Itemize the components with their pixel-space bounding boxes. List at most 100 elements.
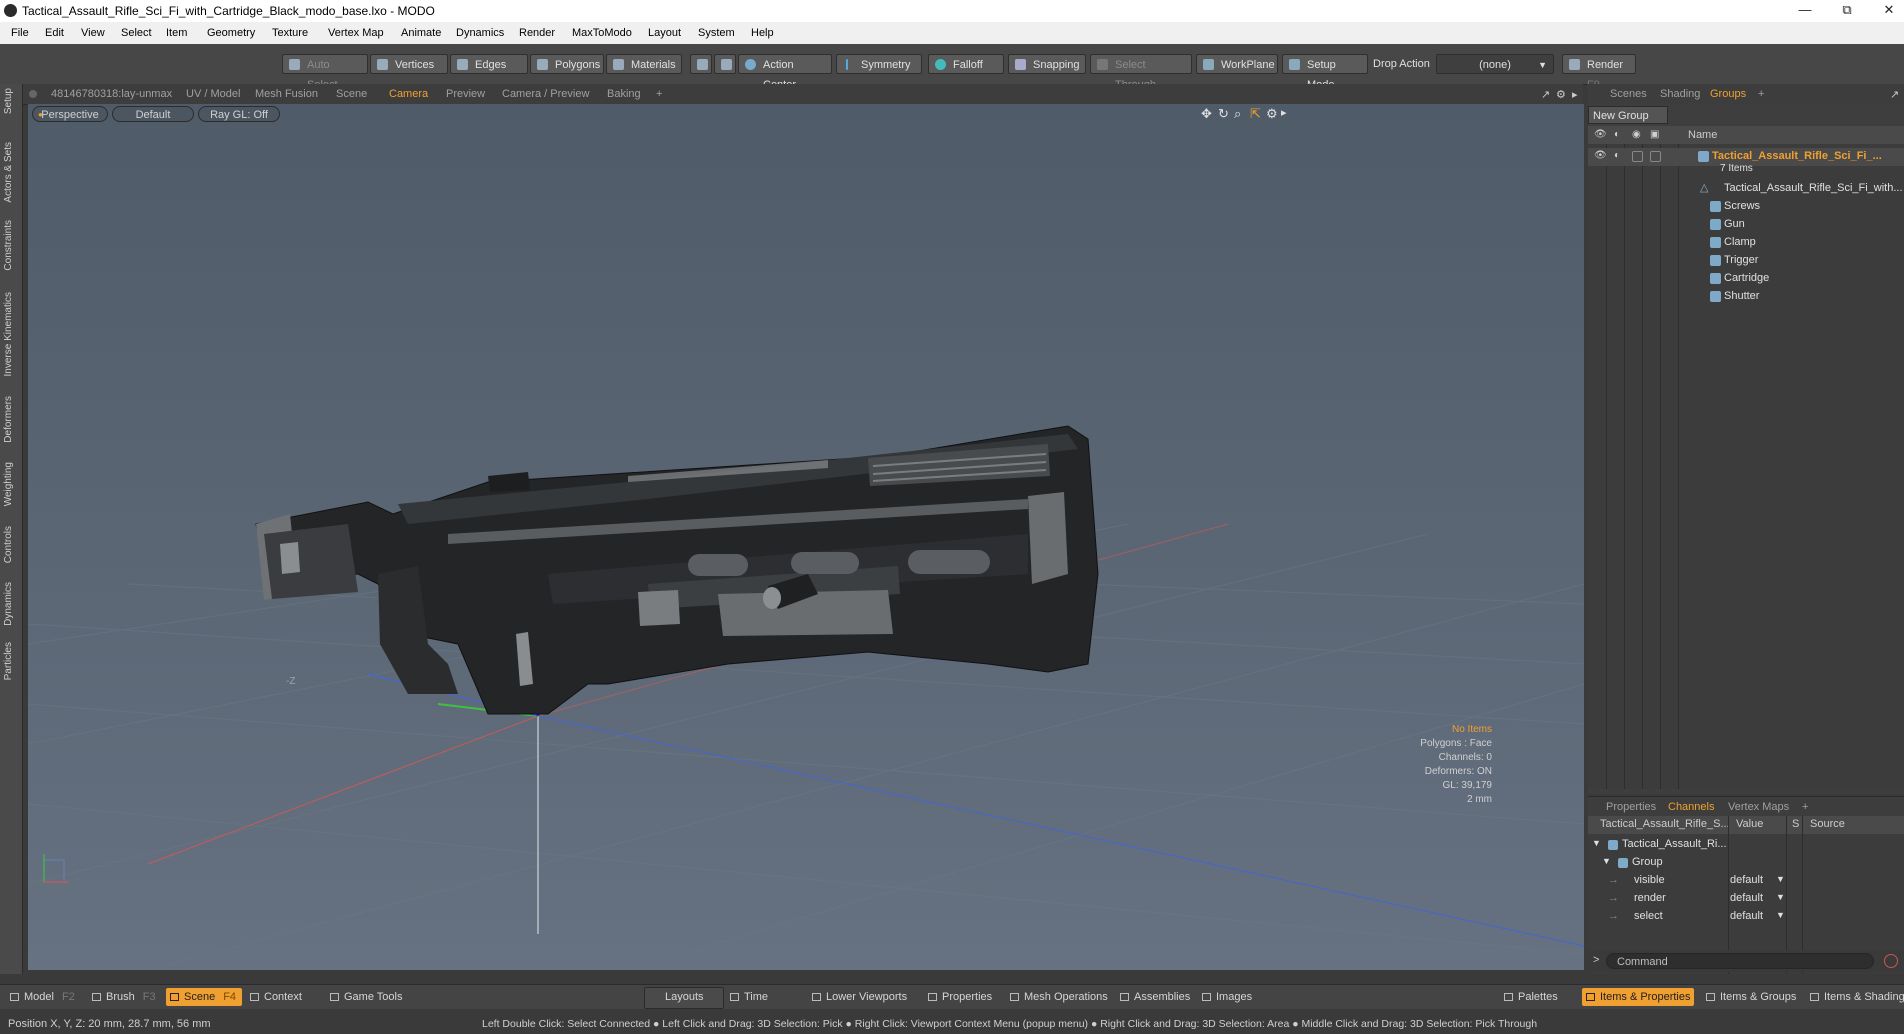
list-item[interactable]: Clamp	[1588, 234, 1904, 252]
brush-button[interactable]: Brush F3	[88, 988, 164, 1006]
tab-vertex-maps[interactable]: Vertex Maps	[1728, 801, 1789, 813]
lock-toggle-icon[interactable]	[1632, 151, 1643, 162]
palettes-button[interactable]: Palettes	[1500, 988, 1578, 1006]
close-button[interactable]: ✕	[1874, 2, 1904, 18]
add-tab-button[interactable]: +	[656, 88, 662, 100]
zoom-icon[interactable]: ⌕	[1234, 106, 1241, 122]
channel-row-select[interactable]: → select default ▼	[1588, 908, 1904, 926]
maximize-icon[interactable]: ↗	[1541, 88, 1550, 101]
game-tools-button[interactable]: Game Tools	[326, 988, 412, 1006]
layouts-button[interactable]: Layouts	[644, 987, 724, 1009]
menu-geometry[interactable]: Geometry	[207, 27, 255, 39]
shading-default-button[interactable]: Default	[112, 106, 194, 122]
setup-mode-button[interactable]: Setup Mode	[1282, 54, 1368, 91]
pan-icon[interactable]: ✥	[1201, 106, 1212, 122]
arrow-right-icon[interactable]: ▸	[1572, 88, 1578, 101]
restore-button[interactable]: ⧉	[1832, 2, 1862, 18]
snapping-button[interactable]: Snapping	[1008, 54, 1086, 74]
rotate-icon[interactable]: ↻	[1218, 106, 1229, 122]
assemblies-button[interactable]: Assemblies	[1116, 988, 1200, 1006]
tab-actors-sets[interactable]: Actors & Sets	[3, 142, 14, 203]
menu-texture[interactable]: Texture	[272, 27, 308, 39]
menu-view[interactable]: View	[81, 27, 105, 39]
menu-maxtomodo[interactable]: MaxToModo	[572, 27, 632, 39]
tab-uv-model[interactable]: UV / Model	[186, 88, 240, 100]
add-channel-tab-button[interactable]: +	[1802, 801, 1808, 813]
drop-action-select[interactable]: (none) ▼	[1436, 54, 1554, 74]
tab-constraints[interactable]: Constraints	[3, 220, 14, 271]
fit-icon[interactable]: ⇱	[1250, 106, 1261, 122]
tab-channels[interactable]: Channels	[1668, 801, 1714, 813]
chevron-down-icon[interactable]: ▼	[1776, 874, 1785, 884]
list-item[interactable]: Screws	[1588, 198, 1904, 216]
scene-button[interactable]: Scene F4	[166, 988, 242, 1006]
tab-particles[interactable]: Particles	[3, 642, 14, 680]
pivot-tool-button[interactable]	[690, 54, 712, 74]
items-shading-button[interactable]: Items & Shading	[1806, 988, 1904, 1006]
menu-render[interactable]: Render	[519, 27, 555, 39]
chevron-down-icon[interactable]: ▼	[1776, 892, 1785, 902]
gear-icon[interactable]: ⚙	[1556, 88, 1566, 101]
list-item[interactable]: Trigger	[1588, 252, 1904, 270]
tab-camera-preview[interactable]: Camera / Preview	[502, 88, 589, 100]
time-button[interactable]: Time	[726, 988, 802, 1006]
tab-layout-unmax[interactable]: 48146780318:lay-unmax	[51, 88, 172, 100]
images-button[interactable]: Images	[1198, 988, 1268, 1006]
context-button[interactable]: Context	[246, 988, 318, 1006]
vertices-button[interactable]: Vertices	[370, 54, 448, 74]
menu-animate[interactable]: Animate	[401, 27, 441, 39]
visible-icon[interactable]: 👁	[1594, 150, 1607, 161]
falloff-button[interactable]: Falloff	[928, 54, 1004, 74]
menu-vertex-map[interactable]: Vertex Map	[328, 27, 384, 39]
channel-root-row[interactable]: ▼ Tactical_Assault_Ri...	[1588, 836, 1904, 854]
record-icon[interactable]	[1884, 954, 1898, 968]
tab-scenes[interactable]: Scenes	[1610, 88, 1647, 100]
tab-camera[interactable]: Camera	[389, 88, 428, 100]
tab-inverse-kinematics[interactable]: Inverse Kinematics	[3, 292, 14, 376]
viewport-menu-icon[interactable]	[29, 90, 37, 98]
tab-mesh-fusion[interactable]: Mesh Fusion	[255, 88, 318, 100]
tab-setup[interactable]: Setup	[3, 88, 14, 114]
lower-viewports-button[interactable]: Lower Viewports	[808, 988, 920, 1006]
tab-baking[interactable]: Baking	[607, 88, 641, 100]
command-input[interactable]: Command	[1606, 953, 1874, 969]
tab-controls[interactable]: Controls	[3, 526, 14, 563]
menu-item[interactable]: Item	[166, 27, 187, 39]
viewport-more-icon[interactable]: ▸	[1281, 106, 1287, 119]
expand-triangle-icon[interactable]: ▼	[1602, 856, 1611, 866]
viewport-settings-icon[interactable]: ⚙	[1266, 106, 1278, 122]
menu-select[interactable]: Select	[121, 27, 152, 39]
menu-system[interactable]: System	[698, 27, 735, 39]
polygons-button[interactable]: Polygons	[530, 54, 604, 74]
perspective-button[interactable]: ● Perspective	[32, 106, 108, 122]
tab-scene[interactable]: Scene	[336, 88, 367, 100]
edges-button[interactable]: Edges	[450, 54, 528, 74]
list-item[interactable]: Cartridge	[1588, 270, 1904, 288]
new-group-button[interactable]: New Group	[1588, 106, 1668, 124]
list-item[interactable]: Gun	[1588, 216, 1904, 234]
symmetry-button[interactable]: Symmetry	[836, 54, 922, 74]
expand-icon[interactable]: ↗	[1890, 88, 1899, 101]
minimize-button[interactable]: —	[1790, 2, 1820, 17]
select-toggle-icon[interactable]	[1650, 151, 1661, 162]
rifle-model[interactable]	[255, 425, 1099, 715]
materials-button[interactable]: Materials	[606, 54, 682, 74]
properties-button[interactable]: Properties	[924, 988, 1002, 1006]
menu-file[interactable]: File	[11, 27, 29, 39]
tab-properties[interactable]: Properties	[1606, 801, 1656, 813]
menu-dynamics[interactable]: Dynamics	[456, 27, 504, 39]
items-properties-button[interactable]: Items & Properties	[1582, 988, 1694, 1006]
add-panel-tab-button[interactable]: +	[1758, 88, 1764, 100]
raygl-button[interactable]: Ray GL: Off	[198, 106, 280, 122]
model-button[interactable]: Model F2	[6, 988, 84, 1006]
mesh-operations-button[interactable]: Mesh Operations	[1006, 988, 1110, 1006]
tab-shading[interactable]: Shading	[1660, 88, 1700, 100]
center-tool-button[interactable]	[714, 54, 736, 74]
menu-edit[interactable]: Edit	[45, 27, 64, 39]
expand-triangle-icon[interactable]: ▼	[1592, 838, 1601, 848]
tab-groups[interactable]: Groups	[1710, 88, 1746, 100]
chevron-down-icon[interactable]: ▼	[1776, 910, 1785, 920]
tab-weighting[interactable]: Weighting	[3, 462, 14, 506]
list-item[interactable]: Shutter	[1588, 288, 1904, 306]
action-center-button[interactable]: Action Center	[738, 54, 832, 91]
